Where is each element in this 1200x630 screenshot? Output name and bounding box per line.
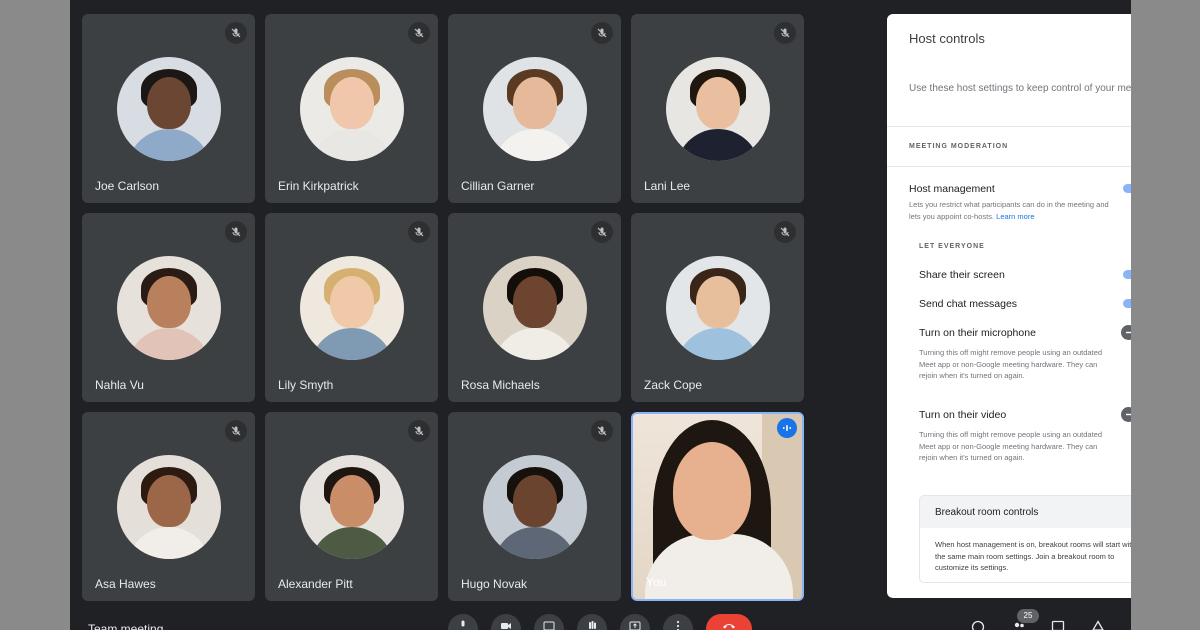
mic-off-icon (591, 420, 613, 442)
microphone-description: Turning this off might remove people usi… (919, 348, 1103, 380)
chat-icon (1051, 620, 1065, 630)
mic-off-icon (408, 420, 430, 442)
activities-button[interactable] (1089, 620, 1107, 630)
mic-off-icon (225, 221, 247, 243)
microphone-icon (461, 620, 465, 627)
avatar (483, 256, 587, 360)
meet-window: Joe Carlson Erin Kirkpatrick Cillian Gar… (70, 0, 1131, 630)
chat-button[interactable] (1049, 620, 1067, 630)
divider (887, 126, 1131, 127)
host-management-label: Host management (909, 183, 995, 195)
send-chat-label: Send chat messages (919, 298, 1018, 310)
captions-icon (543, 621, 555, 630)
microphone-label: Turn on their microphone (919, 327, 1036, 339)
present-icon (629, 621, 641, 630)
avatar (117, 256, 221, 360)
participant-name: Hugo Novak (461, 577, 528, 591)
mic-off-icon (225, 22, 247, 44)
avatar (300, 256, 404, 360)
participant-name: Erin Kirkpatrick (278, 179, 359, 193)
divider (887, 166, 1131, 167)
mic-off-icon (408, 221, 430, 243)
section-meeting-moderation: MEETING MODERATION (909, 143, 1009, 150)
section-let-everyone: LET EVERYONE (919, 243, 985, 250)
self-video-tile[interactable]: You (631, 412, 804, 601)
mic-off-icon (591, 221, 613, 243)
mic-off-icon (774, 221, 796, 243)
participant-name: Cillian Garner (461, 179, 535, 193)
share-screen-toggle[interactable] (1123, 267, 1131, 281)
self-video (673, 442, 751, 540)
participant-name: Zack Cope (644, 378, 703, 392)
microphone-toggle[interactable] (1121, 325, 1131, 340)
participant-tile[interactable]: Hugo Novak (448, 412, 621, 601)
participant-tile[interactable]: Lani Lee (631, 14, 804, 203)
more-vert-icon (676, 620, 680, 630)
video-description: Turning this off might remove people usi… (919, 430, 1103, 462)
host-management-description: Lets you restrict what participants can … (909, 200, 1109, 221)
meeting-details-button[interactable] (969, 620, 987, 630)
breakout-title: Breakout room controls (920, 496, 1131, 528)
participant-name: Lani Lee (644, 179, 691, 193)
mic-off-icon (408, 22, 430, 44)
captions-button[interactable] (534, 614, 564, 630)
participant-tile[interactable]: Alexander Pitt (265, 412, 438, 601)
speaking-indicator-icon (777, 418, 797, 438)
host-controls-panel: Host controls Use these host settings to… (887, 14, 1131, 598)
people-icon (1014, 622, 1024, 628)
host-management-toggle[interactable] (1123, 181, 1131, 195)
participant-tile[interactable]: Joe Carlson (82, 14, 255, 203)
participant-tile[interactable]: Cillian Garner (448, 14, 621, 203)
participant-name: Rosa Michaels (461, 378, 540, 392)
shapes-icon (1092, 620, 1104, 630)
avatar (483, 455, 587, 559)
participant-tile[interactable]: Lily Smyth (265, 213, 438, 402)
participant-name: Asa Hawes (95, 577, 156, 591)
avatar (666, 57, 770, 161)
participant-tile[interactable]: Erin Kirkpatrick (265, 14, 438, 203)
video-toggle[interactable] (1121, 407, 1131, 422)
mic-off-icon (774, 22, 796, 44)
participant-name: Alexander Pitt (278, 577, 353, 591)
avatar (300, 57, 404, 161)
learn-more-link[interactable]: Learn more (996, 212, 1034, 221)
meeting-name: Team meeting (88, 622, 164, 630)
self-name: You (646, 575, 667, 589)
leave-call-button[interactable] (706, 614, 752, 630)
avatar (300, 455, 404, 559)
mic-off-icon (225, 420, 247, 442)
more-options-button[interactable] (663, 614, 693, 630)
camera-button[interactable] (491, 614, 521, 630)
participant-tile[interactable]: Nahla Vu (82, 213, 255, 402)
breakout-description: When host management is on, breakout roo… (935, 540, 1131, 572)
camera-icon (501, 623, 511, 629)
microphone-button[interactable] (448, 614, 478, 630)
participant-name: Joe Carlson (95, 179, 160, 193)
participant-tile[interactable]: Rosa Michaels (448, 213, 621, 402)
people-button[interactable] (1010, 620, 1028, 630)
avatar (483, 57, 587, 161)
participant-name: Nahla Vu (95, 378, 144, 392)
video-label: Turn on their video (919, 409, 1007, 421)
info-icon (971, 620, 985, 630)
participant-tile[interactable]: Zack Cope (631, 213, 804, 402)
send-chat-toggle[interactable] (1123, 296, 1131, 310)
participant-tile[interactable]: Asa Hawes (82, 412, 255, 601)
end-call-icon (723, 624, 735, 629)
share-screen-label: Share their screen (919, 269, 1005, 281)
hand-icon (589, 621, 596, 629)
avatar (117, 455, 221, 559)
avatar (666, 256, 770, 360)
avatar (117, 57, 221, 161)
participant-name: Lily Smyth (278, 378, 334, 392)
breakout-room-controls: Breakout room controls When host managem… (919, 495, 1131, 583)
present-button[interactable] (620, 614, 650, 630)
mic-off-icon (591, 22, 613, 44)
panel-title: Host controls (909, 31, 985, 46)
raise-hand-button[interactable] (577, 614, 607, 630)
panel-description: Use these host settings to keep control … (909, 83, 1131, 94)
